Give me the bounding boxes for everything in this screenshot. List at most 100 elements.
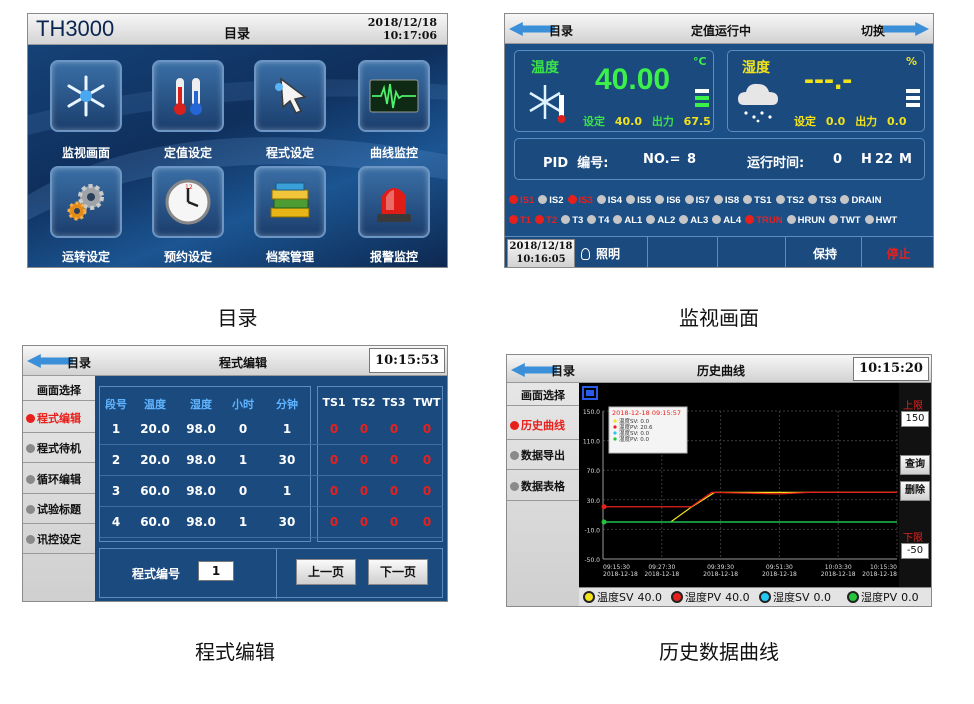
file-management-button[interactable] bbox=[254, 166, 326, 238]
caption-monitor: 监视画面 bbox=[679, 306, 759, 330]
prev-page-button[interactable]: 上一页 bbox=[296, 559, 356, 585]
table-cell-ts[interactable]: 0 bbox=[379, 515, 409, 529]
menu-panel: TH3000 目录 2018/12/18 10:17:06 监视画面 定值设定 … bbox=[27, 13, 448, 268]
legend-value: 40.0 bbox=[637, 591, 663, 604]
lower-limit-input[interactable]: -50 bbox=[901, 543, 929, 559]
table-cell-hum[interactable]: 98.0 bbox=[181, 453, 221, 467]
status-lamp-icon bbox=[864, 215, 874, 224]
sidebar-item-data-table[interactable]: 数据表格 bbox=[507, 478, 579, 494]
hold-button[interactable]: 保持 bbox=[795, 245, 855, 262]
table-cell-hum[interactable]: 98.0 bbox=[181, 422, 221, 436]
program-no-input[interactable]: 1 bbox=[198, 561, 234, 581]
back-button-label[interactable]: 目录 bbox=[67, 354, 91, 371]
table-cell-ts[interactable]: 0 bbox=[349, 453, 379, 467]
alarm-monitor-button[interactable] bbox=[358, 166, 430, 238]
sidebar-item-data-export[interactable]: 数据导出 bbox=[507, 447, 579, 463]
sidebar-item-cycle-edit[interactable]: 循环编辑 bbox=[23, 471, 95, 487]
table-cell-hum[interactable]: 98.0 bbox=[181, 484, 221, 498]
column-header-hum: 湿度 bbox=[190, 398, 212, 411]
pid-no-label: NO.= bbox=[643, 152, 681, 167]
monitor-screen-button[interactable] bbox=[50, 60, 122, 132]
row-divider bbox=[100, 537, 443, 538]
program-setting-button[interactable] bbox=[254, 60, 326, 132]
table-cell-seg[interactable]: 4 bbox=[101, 515, 131, 529]
header-time: 10:17:06 bbox=[382, 29, 437, 42]
table-cell-ts[interactable]: 0 bbox=[411, 484, 443, 498]
humidity-output-label: 出力 bbox=[855, 115, 878, 128]
reservation-setting-button[interactable]: 12 bbox=[152, 166, 224, 238]
curve-monitor-button[interactable] bbox=[358, 60, 430, 132]
history-curve-panel: 目录 历史曲线 10:15:20 画面选择 历史曲线 数据导出 数据表格 150… bbox=[506, 354, 932, 607]
x-tick-time: 10:15:30 bbox=[870, 564, 897, 571]
table-cell-seg[interactable]: 1 bbox=[101, 422, 131, 436]
table-cell-ts[interactable]: 0 bbox=[349, 422, 379, 436]
table-cell-ts[interactable]: 0 bbox=[349, 515, 379, 529]
table-cell-hum[interactable]: 98.0 bbox=[181, 515, 221, 529]
sidebar-item-program-edit[interactable]: 程式编辑 bbox=[23, 410, 95, 426]
back-button-label[interactable]: 目录 bbox=[551, 362, 575, 379]
temperature-set-output: 设定 40.0 出力 67.5 bbox=[583, 113, 711, 129]
humidity-unit: % bbox=[906, 55, 918, 68]
upper-limit-input[interactable]: 150 bbox=[901, 411, 929, 427]
tooltip-dot bbox=[613, 431, 617, 435]
sidebar-item-test-title[interactable]: 试验标题 bbox=[23, 501, 95, 517]
table-cell-ts[interactable]: 0 bbox=[379, 484, 409, 498]
io-indicator-t2: T2 bbox=[535, 215, 557, 226]
table-cell-ts[interactable]: 0 bbox=[379, 453, 409, 467]
table-cell-seg[interactable]: 3 bbox=[101, 484, 131, 498]
forward-arrow-icon[interactable] bbox=[883, 22, 929, 36]
query-button[interactable]: 查询 bbox=[900, 455, 930, 475]
io-indicator-drain: DRAIN bbox=[840, 195, 882, 206]
io-indicator-is8: IS8 bbox=[713, 195, 739, 206]
table-cell-ts[interactable]: 0 bbox=[349, 484, 379, 498]
io-indicator-al4: AL4 bbox=[712, 215, 741, 226]
temperature-output-label: 出力 bbox=[651, 115, 674, 128]
history-chart[interactable]: 150.0110.070.030.0-10.0-50.009:15:302018… bbox=[579, 383, 899, 587]
switch-button-label[interactable]: 切换 bbox=[861, 22, 885, 39]
table-cell-ts[interactable]: 0 bbox=[319, 453, 349, 467]
table-cell-ts[interactable]: 0 bbox=[319, 515, 349, 529]
temperature-level-bars bbox=[695, 89, 709, 113]
table-cell-min[interactable]: 1 bbox=[267, 422, 307, 436]
sidebar-item-history-curve[interactable]: 历史曲线 bbox=[507, 417, 579, 433]
io-indicator-hrun: HRUN bbox=[786, 215, 825, 226]
run-setting-button[interactable] bbox=[50, 166, 122, 238]
table-cell-ts[interactable]: 0 bbox=[411, 515, 443, 529]
table-cell-min[interactable]: 30 bbox=[267, 453, 307, 467]
column-header-temp: 温度 bbox=[144, 398, 166, 411]
table-cell-temp[interactable]: 60.0 bbox=[135, 515, 175, 529]
table-cell-hour[interactable]: 0 bbox=[225, 484, 261, 498]
table-cell-temp[interactable]: 20.0 bbox=[135, 453, 175, 467]
table-cell-ts[interactable]: 0 bbox=[411, 453, 443, 467]
table-cell-ts[interactable]: 0 bbox=[379, 422, 409, 436]
io-indicator-is4: IS4 bbox=[596, 195, 622, 206]
status-lamp-icon bbox=[587, 215, 597, 224]
table-cell-hour[interactable]: 1 bbox=[225, 515, 261, 529]
y-tick-label: 110.0 bbox=[583, 439, 600, 446]
io-label: AL3 bbox=[690, 215, 709, 226]
x-tick-date: 2018-12-18 bbox=[603, 571, 638, 578]
table-cell-ts[interactable]: 0 bbox=[319, 422, 349, 436]
light-button[interactable]: 照明 bbox=[581, 245, 620, 262]
sidebar-item-signal-setting[interactable]: 讯控设定 bbox=[23, 531, 95, 547]
table-cell-ts[interactable]: 0 bbox=[411, 422, 443, 436]
x-tick-date: 2018-12-18 bbox=[862, 571, 897, 578]
table-cell-seg[interactable]: 2 bbox=[101, 453, 131, 467]
table-cell-min[interactable]: 30 bbox=[267, 515, 307, 529]
stop-button[interactable]: 停止 bbox=[861, 237, 933, 267]
back-button-label[interactable]: 目录 bbox=[549, 22, 573, 39]
sidebar-item-program-standby[interactable]: 程式待机 bbox=[23, 440, 95, 456]
tooltip-line: 湿度PV: 0.0 bbox=[619, 435, 649, 443]
delete-button[interactable]: 删除 bbox=[900, 481, 930, 501]
table-cell-temp[interactable]: 20.0 bbox=[135, 422, 175, 436]
table-cell-ts[interactable]: 0 bbox=[319, 484, 349, 498]
table-cell-temp[interactable]: 60.0 bbox=[135, 484, 175, 498]
legend-value: 40.0 bbox=[725, 591, 750, 604]
setpoint-setting-button[interactable] bbox=[152, 60, 224, 132]
table-cell-min[interactable]: 1 bbox=[267, 484, 307, 498]
legend-color-icon bbox=[671, 591, 683, 603]
table-cell-hour[interactable]: 0 bbox=[225, 422, 261, 436]
next-page-button[interactable]: 下一页 bbox=[368, 559, 428, 585]
table-cell-hour[interactable]: 1 bbox=[225, 453, 261, 467]
menu-label-monitor: 监视画面 bbox=[61, 146, 110, 160]
